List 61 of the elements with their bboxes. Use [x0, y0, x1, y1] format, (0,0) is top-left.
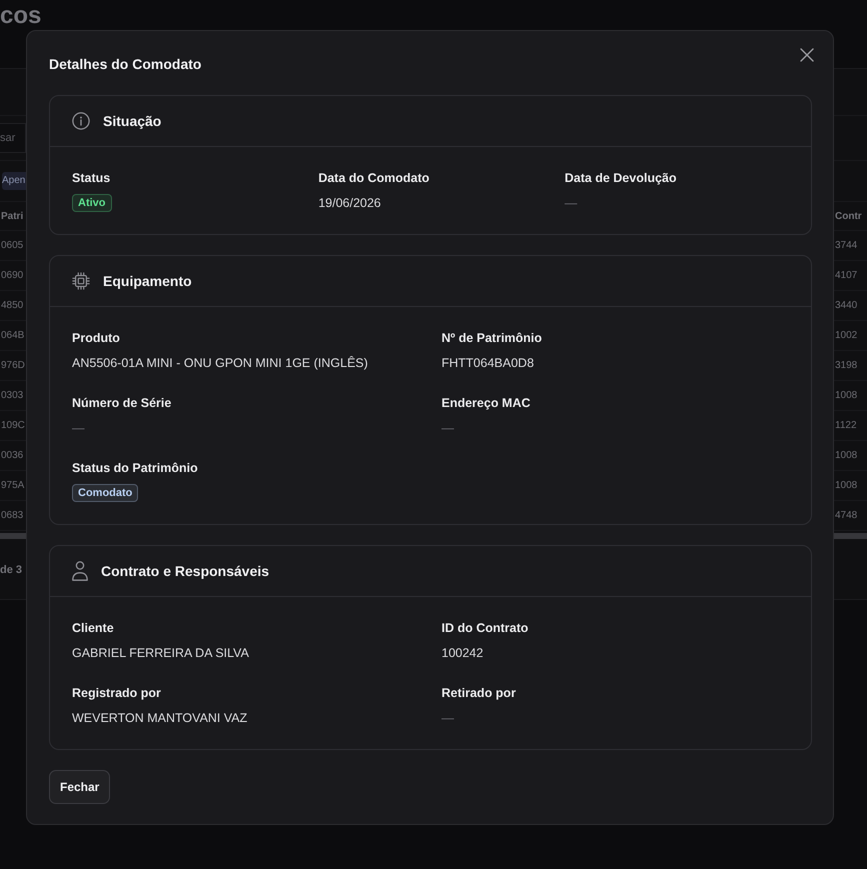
table-cell-text: 1008: [834, 450, 858, 461]
scrollbar[interactable]: [0, 533, 26, 539]
field-label: ID do Contrato: [442, 620, 530, 637]
status-badge: Ativo: [72, 194, 112, 212]
info-icon: [72, 112, 90, 130]
table-cell-text: 064B: [0, 330, 26, 341]
field-label: Retirado por: [442, 685, 517, 702]
close-dialog-button[interactable]: Fechar: [49, 770, 110, 804]
page-heading: cos: [0, 1, 42, 28]
table-cell-text: 1008: [834, 480, 858, 491]
table-cell-text: 1002: [834, 330, 858, 341]
table-cell-text: 4850: [0, 300, 24, 311]
column-header: Patri: [0, 210, 24, 222]
search-field[interactable]: sar: [0, 123, 26, 153]
field-value: GABRIEL FERREIRA DA SILVA: [72, 645, 250, 662]
table-cell-text: 0683: [0, 510, 24, 521]
table-cell-text: 3198: [834, 360, 858, 371]
close-icon: [800, 48, 814, 62]
field-label: Status: [72, 170, 112, 187]
table-cell-text: 0690: [0, 270, 24, 281]
status-badge: Comodato: [72, 484, 138, 502]
field-label: Registrado por: [72, 685, 162, 702]
field-value: WEVERTON MANTOVANI VAZ: [72, 710, 248, 727]
table-cell-text: 1122: [834, 420, 858, 431]
field-value: AN5506-01A MINI - ONU GPON MINI 1GE (INGLÊS): [72, 355, 369, 372]
field-label: Endereço MAC: [442, 395, 532, 412]
field-value: 100242: [442, 645, 484, 662]
section-title: Situação: [103, 113, 162, 129]
field-value: 19/06/2026: [318, 195, 382, 212]
scrollbar[interactable]: [834, 533, 867, 539]
dialog-title: Detalhes do Comodato: [49, 55, 202, 73]
empty-value: —: [564, 195, 578, 212]
table-cell-text: 975A: [0, 480, 26, 491]
field-label: Data do Comodato: [318, 170, 430, 187]
field-label: Status do Patrimônio: [72, 460, 199, 477]
field-label: Data de Devolução: [564, 170, 678, 187]
field-label: Cliente: [72, 620, 115, 637]
field-label: Produto: [72, 330, 121, 347]
table-cell-text: 0303: [0, 390, 24, 401]
pagination-text: de 3: [0, 564, 24, 576]
empty-value: —: [442, 420, 455, 437]
table-cell-text: 4748: [834, 510, 858, 521]
table-cell: 976D: [0, 360, 26, 371]
empty-value: —: [442, 710, 455, 727]
field-label: Nº de Patrimônio: [442, 330, 543, 347]
table-cell: 109C: [0, 420, 26, 431]
table-cell-text: 3744: [834, 240, 858, 251]
section-title: Contrato e Responsáveis: [101, 563, 270, 579]
table-cell-text: 0605: [0, 240, 24, 251]
column-header: Contr: [834, 210, 863, 222]
person-icon: [72, 561, 88, 581]
table-cell-text: 1008: [834, 390, 858, 401]
table-cell-text: 3440: [834, 300, 858, 311]
filter-chip[interactable]: Apen: [2, 172, 26, 190]
chip-icon: [72, 272, 90, 290]
empty-value: —: [72, 420, 86, 437]
field-label: Número de Série: [72, 395, 172, 412]
table-cell-text: 4107: [834, 270, 858, 281]
field-value: FHTT064BA0D8: [442, 355, 535, 372]
table-cell-text: 0036: [0, 450, 24, 461]
section-title: Equipamento: [103, 273, 192, 289]
